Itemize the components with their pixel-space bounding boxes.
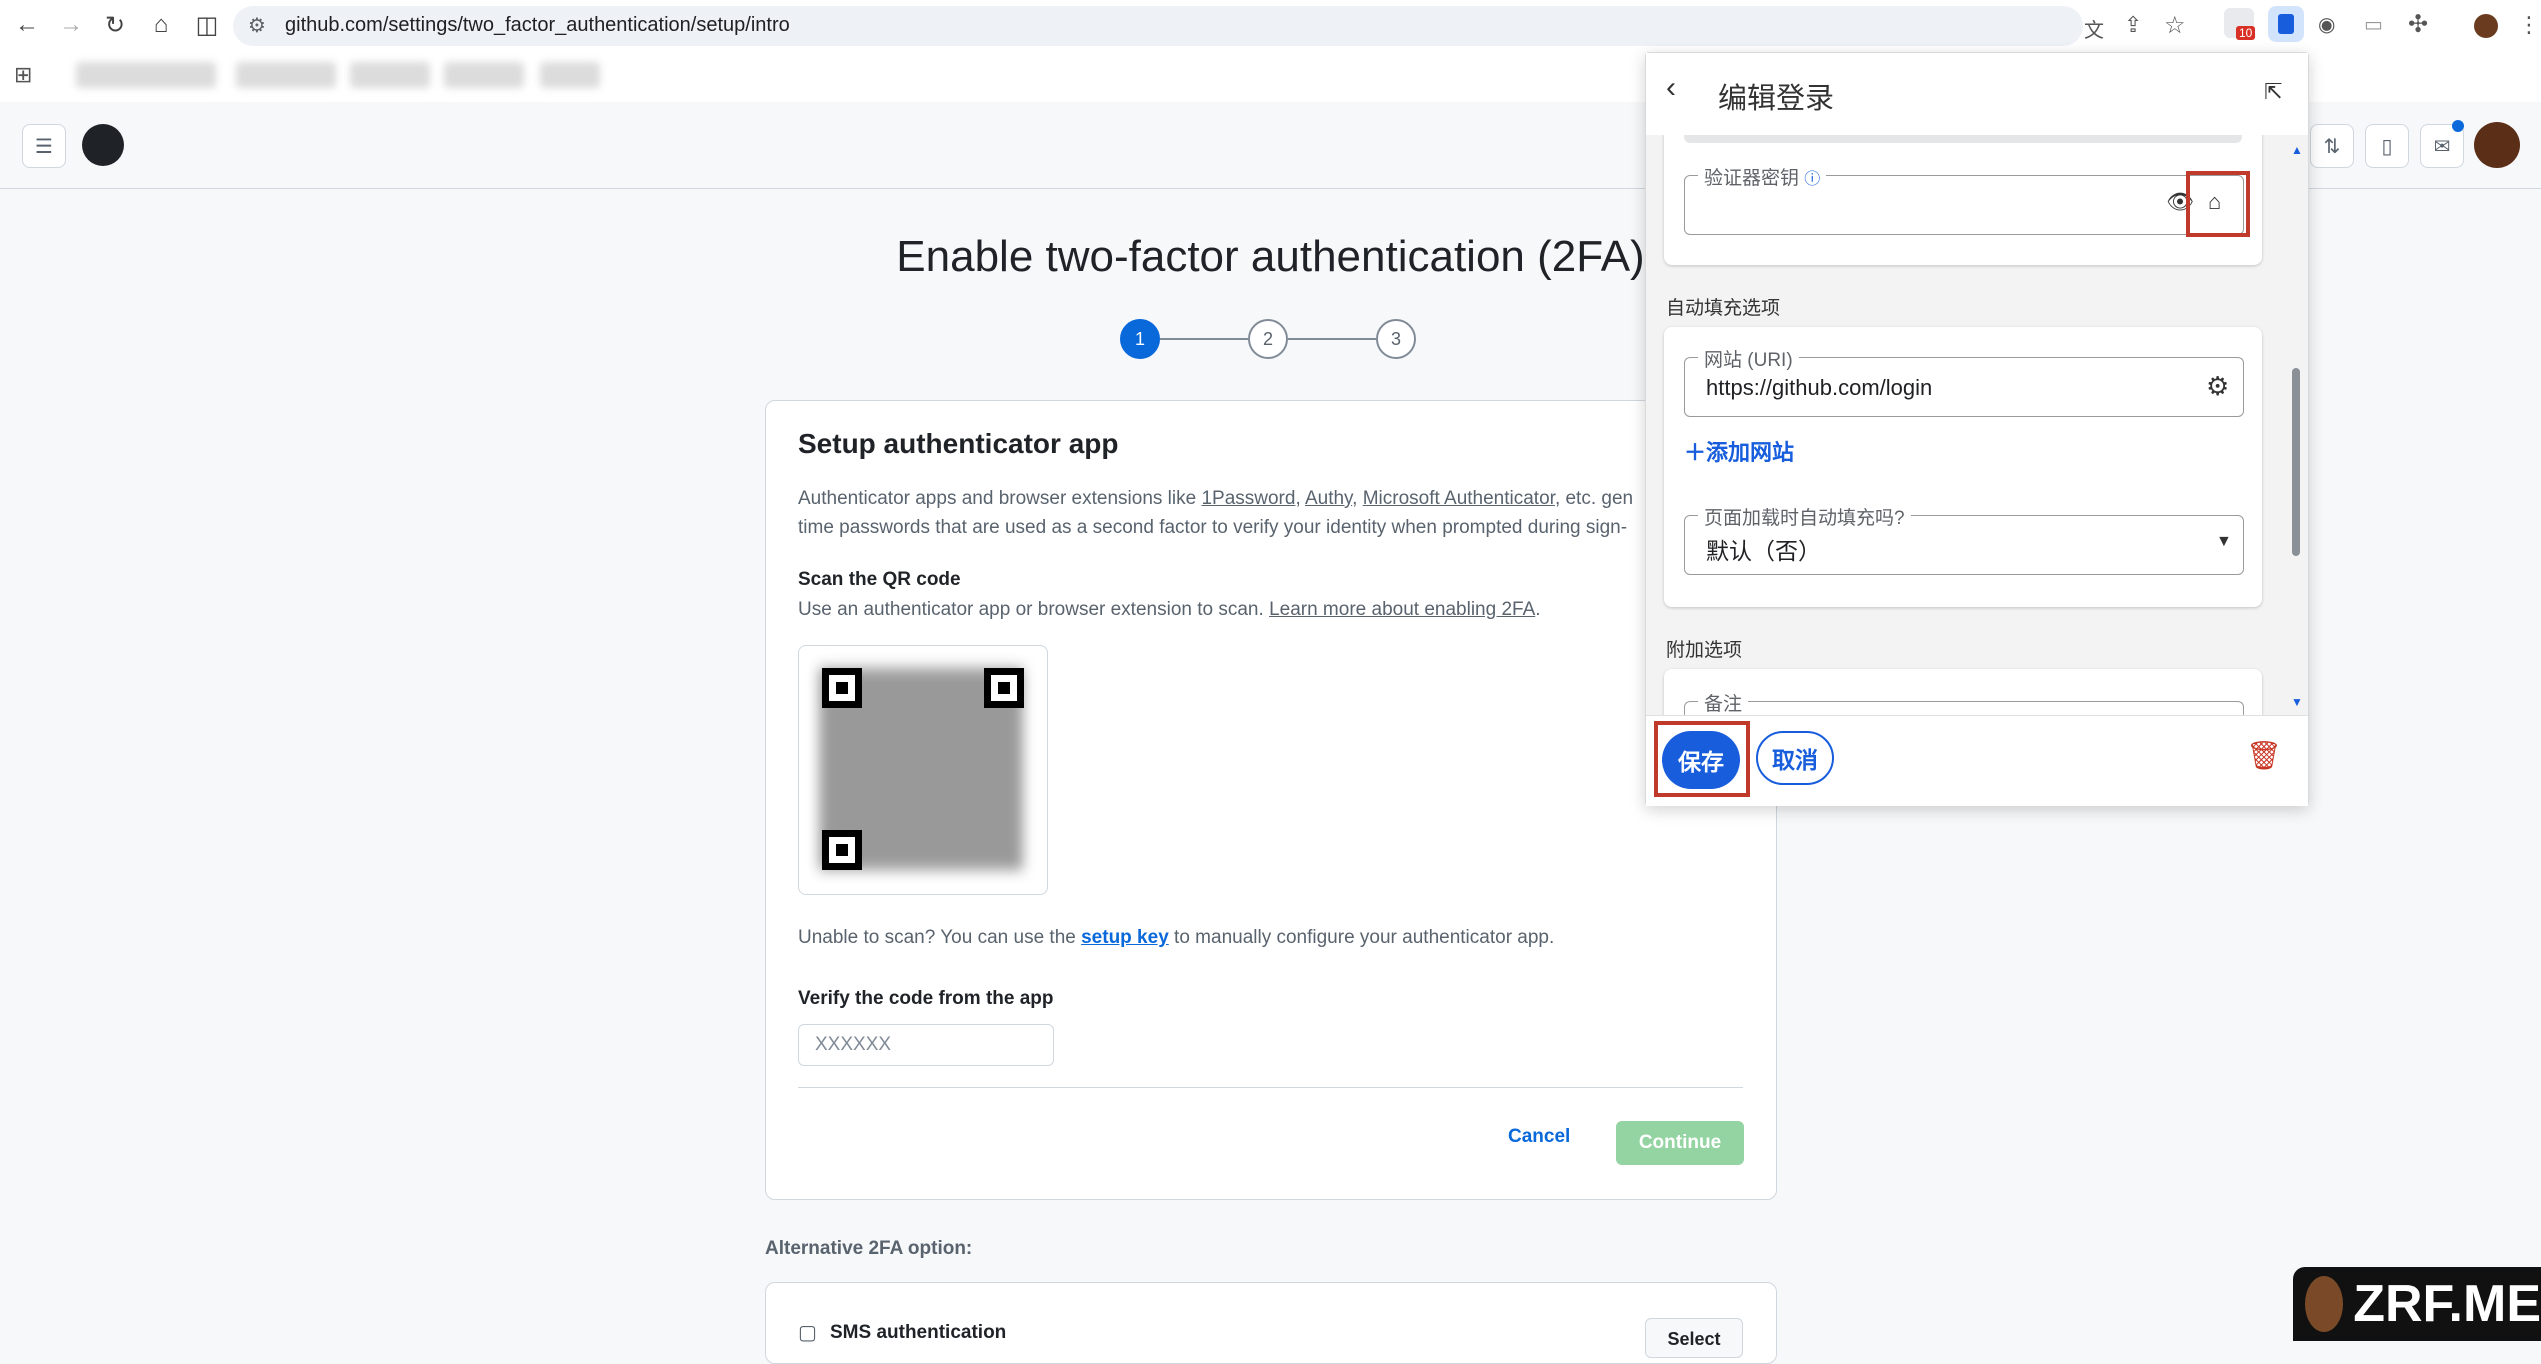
window-extension-icon[interactable]: ▭ [2364,12,2383,37]
profile-avatar[interactable] [2474,14,2498,38]
extra-section-label: 附加选项 [1666,640,1743,661]
intro-text: Authenticator apps and browser extension… [798,488,1634,509]
scroll-up-icon[interactable]: ▲ [2291,143,2303,157]
qr-finder [822,668,862,708]
qr-finder [984,668,1024,708]
previous-field-bottom [1684,135,2242,143]
back-chevron-icon[interactable]: ‹ [1666,71,1676,105]
intro-text-line2: time passwords that are used as a second… [798,517,1628,538]
hamburger-menu-icon[interactable]: ☰ [22,124,66,168]
bookmark-blurred[interactable] [76,62,216,88]
qr-finder [822,830,862,870]
notification-dot [2452,120,2464,132]
watermark-avatar [2305,1276,2344,1332]
watermark-text: ZRF.ME [2353,1275,2541,1333]
home-icon[interactable]: ⌂ [142,6,180,44]
uri-value[interactable]: https://github.com/login [1706,375,1932,401]
popup-cancel-button[interactable]: 取消 [1756,731,1834,785]
forward-icon[interactable]: → [52,6,90,44]
bookmark-star-icon[interactable]: ☆ [2164,11,2186,40]
link-authy[interactable]: Authy [1305,488,1352,509]
notes-label: 备注 [1698,689,1749,715]
scroll-down-icon[interactable]: ▼ [2291,695,2303,709]
browser-toolbar: ← → ↻ ⌂ ◫ ⚙ github.com/settings/two_fact… [0,0,2541,50]
puzzle-icon[interactable]: ✣ [2408,10,2428,39]
extension-badge: 10 [2236,26,2256,40]
dropdown-arrow-icon: ▼ [2216,533,2232,550]
autofill-section-label: 自动填充选项 [1666,298,1781,319]
scrollbar-thumb[interactable] [2292,368,2300,556]
site-info-icon[interactable]: ⚙ [248,13,266,38]
link-1password[interactable]: 1Password [1201,488,1295,509]
alt-2fa-label: Alternative 2FA option: [765,1238,973,1259]
step-1: 1 [1120,319,1160,359]
verification-code-input[interactable]: XXXXXX [798,1024,1054,1066]
install-icon[interactable]: ⇪ [2124,12,2142,38]
setup-key-link[interactable]: setup key [1081,927,1169,948]
trash-icon[interactable]: 🗑 [2246,739,2282,772]
plus-icon: ＋ [1684,440,1707,465]
step-connector [1288,338,1376,340]
notes-field[interactable] [1684,701,2244,715]
url-text: github.com/settings/two_factor_authentic… [285,14,790,36]
learn-more-link[interactable]: Learn more about enabling 2FA [1269,599,1535,620]
scan-heading: Scan the QR code [798,569,961,590]
highlight-camera [2186,171,2250,237]
spy-extension-icon[interactable]: ◉ [2318,12,2335,37]
help-icon[interactable]: ⓘ [1804,171,1820,188]
bookmark-blurred[interactable] [444,62,524,88]
select-button[interactable]: Select [1645,1318,1743,1358]
back-icon[interactable]: ← [8,6,46,44]
add-site-button[interactable]: ＋添加网站 [1684,435,1794,467]
popup-title: 编辑登录 [1718,83,1835,115]
bookmark-blurred[interactable] [236,62,336,88]
bookmark-blurred[interactable] [350,62,430,88]
autofill-on-load-value: 默认（否） [1706,538,1821,564]
popout-icon[interactable]: ⇱ [2264,79,2282,105]
divider [798,1087,1743,1088]
link-microsoft-authenticator[interactable]: Microsoft Authenticator [1363,488,1555,509]
pull-requests-icon[interactable]: ⇅ [2310,124,2354,168]
sms-icon: ▢ [798,1322,817,1344]
uri-label: 网站 (URI) [1698,345,1799,372]
popup-scroll-area: 验证器密钥 ⓘ 👁 ⌂ 自动填充选项 网站 (URI) https://gith… [1646,135,2308,715]
bookmark-blurred[interactable] [540,62,600,88]
step-2: 2 [1248,319,1288,359]
unable-to-scan-text: Unable to scan? You can use the setup ke… [798,927,1555,948]
watermark: ZRF.ME [2293,1267,2541,1341]
split-view-icon[interactable]: ◫ [188,6,226,44]
scan-text: Use an authenticator app or browser exte… [798,599,1541,620]
translate-icon[interactable]: 文 [2084,14,2104,43]
reload-icon[interactable]: ↻ [96,6,134,44]
uri-settings-icon[interactable]: ⚙ [2206,371,2229,402]
autofill-on-load-label: 页面加载时自动填充吗? [1698,503,1911,530]
shield-icon [2278,14,2294,34]
step-3: 3 [1376,319,1416,359]
cancel-button[interactable]: Cancel [1508,1126,1570,1148]
step-connector [1160,338,1248,340]
github-logo-icon[interactable] [82,124,124,166]
password-manager-popup: ‹ 编辑登录 ⇱ 验证器密钥 ⓘ 👁 ⌂ 自动填充选项 网站 (URI) htt… [1645,52,2309,806]
user-avatar[interactable] [2474,122,2520,168]
verify-label: Verify the code from the app [798,988,1054,1009]
authenticator-key-label: 验证器密钥 ⓘ [1698,163,1827,190]
card-title: Setup authenticator app [798,428,1119,459]
apps-grid-icon[interactable]: ⊞ [14,62,32,88]
issues-icon[interactable]: ▯ [2365,124,2409,168]
continue-button[interactable]: Continue [1616,1121,1744,1165]
highlight-save [1654,721,1750,797]
menu-dots-icon[interactable]: ⋮ [2518,12,2540,38]
